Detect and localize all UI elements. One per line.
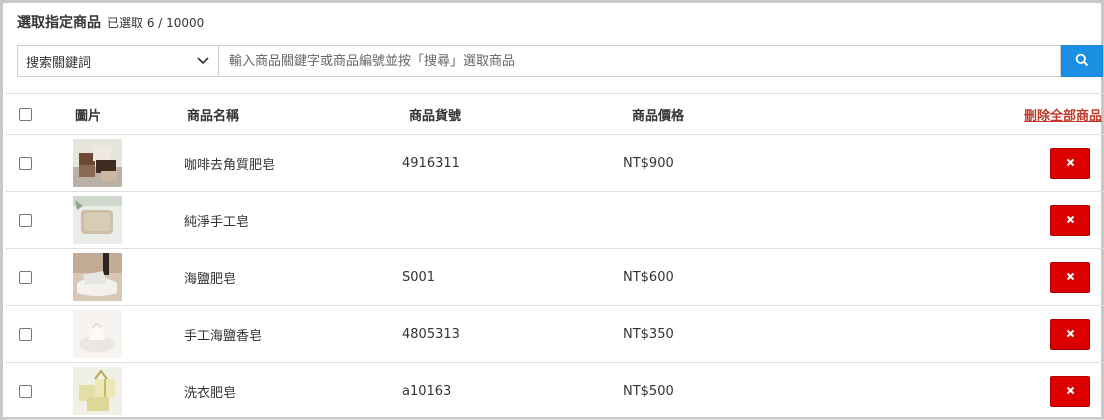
chevron-down-icon xyxy=(196,54,210,68)
product-name: 手工海鹽香皂 xyxy=(184,328,263,344)
product-sku: 4805313 xyxy=(402,326,460,342)
column-header-image: 圖片 xyxy=(75,108,102,124)
table-header: 圖片 商品名稱 商品貨號 商品價格 刪除全部商品 xyxy=(6,93,1104,135)
row-checkbox[interactable] xyxy=(19,156,32,170)
delete-row-button[interactable] xyxy=(1050,261,1090,293)
product-table: 圖片 商品名稱 商品貨號 商品價格 刪除全部商品 咖啡去角質肥皂 4916311… xyxy=(6,93,1104,420)
product-sku: 4916311 xyxy=(402,155,460,171)
row-checkbox[interactable] xyxy=(19,213,32,227)
product-thumbnail xyxy=(73,196,122,244)
table-row: 咖啡去角質肥皂 4916311 NT$900 xyxy=(6,135,1104,192)
column-header-sku: 商品貨號 xyxy=(409,108,462,124)
search-button[interactable] xyxy=(1061,45,1103,77)
panel-header: 選取指定商品 已選取 6 / 10000 xyxy=(17,12,204,32)
product-price: NT$900 xyxy=(623,155,674,171)
delete-row-button[interactable] xyxy=(1050,147,1090,179)
search-type-value: 搜索關鍵詞 xyxy=(26,55,92,71)
product-name: 咖啡去角質肥皂 xyxy=(184,157,276,173)
table-row: 海鹽肥皂 S001 NT$600 xyxy=(6,249,1104,306)
product-thumbnail xyxy=(73,367,122,415)
row-checkbox[interactable] xyxy=(19,327,32,341)
product-name: 洗衣肥皂 xyxy=(184,385,237,401)
column-header-name: 商品名稱 xyxy=(187,108,240,124)
row-checkbox[interactable] xyxy=(19,384,32,398)
close-icon xyxy=(1066,384,1075,398)
product-thumbnail xyxy=(73,253,122,301)
table-row: 洗衣肥皂 a10163 NT$500 xyxy=(6,363,1104,420)
product-price: NT$600 xyxy=(623,269,674,285)
selected-count: 已選取 6 / 10000 xyxy=(107,16,205,30)
table-row: 手工海鹽香皂 4805313 NT$350 xyxy=(6,306,1104,363)
search-bar: 搜索關鍵詞 xyxy=(17,45,1103,77)
delete-row-button[interactable] xyxy=(1050,318,1090,350)
product-sku: a10163 xyxy=(402,383,452,399)
product-name: 海鹽肥皂 xyxy=(184,271,237,287)
close-icon xyxy=(1066,156,1075,170)
search-icon xyxy=(1075,52,1089,71)
delete-row-button[interactable] xyxy=(1050,204,1090,236)
product-price: NT$350 xyxy=(623,326,674,342)
product-sku: S001 xyxy=(402,269,436,285)
product-thumbnail xyxy=(73,139,122,187)
table-row: 純淨手工皂 xyxy=(6,192,1104,249)
product-thumbnail xyxy=(73,310,122,358)
close-icon xyxy=(1066,270,1075,284)
select-all-checkbox[interactable] xyxy=(19,107,32,121)
product-name: 純淨手工皂 xyxy=(184,214,250,230)
column-header-price: 商品價格 xyxy=(632,108,685,124)
close-icon xyxy=(1066,327,1075,341)
row-checkbox[interactable] xyxy=(19,270,32,284)
close-icon xyxy=(1066,213,1075,227)
search-input[interactable] xyxy=(218,45,1061,77)
product-price: NT$500 xyxy=(623,383,674,399)
delete-row-button[interactable] xyxy=(1050,375,1090,407)
product-picker-panel: 選取指定商品 已選取 6 / 10000 搜索關鍵詞 圖片 商品名稱 商品貨號 … xyxy=(0,0,1104,420)
search-type-select[interactable]: 搜索關鍵詞 xyxy=(17,45,218,77)
delete-all-link[interactable]: 刪除全部商品 xyxy=(1024,105,1102,124)
page-title: 選取指定商品 xyxy=(17,15,101,31)
